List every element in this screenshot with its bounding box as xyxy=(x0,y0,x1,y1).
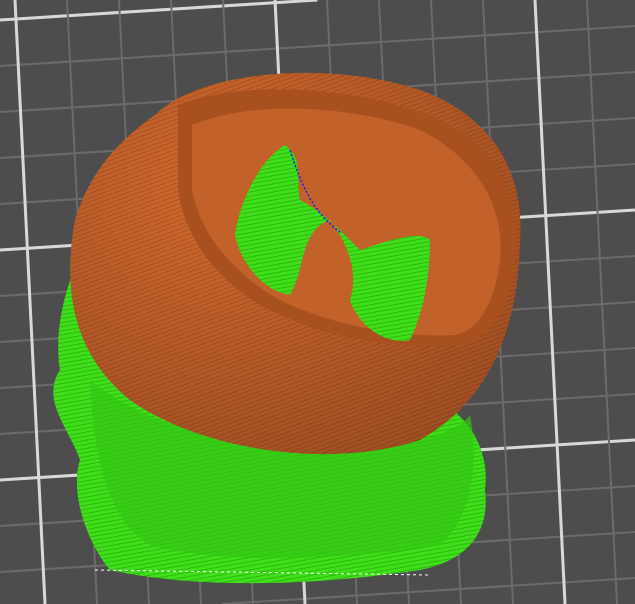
grid-line-vertical xyxy=(533,0,567,604)
grid-line-horizontal xyxy=(0,0,318,22)
preview-canvas[interactable] xyxy=(0,0,635,604)
3d-preview-viewport[interactable] xyxy=(0,0,635,604)
grid-line-vertical xyxy=(13,0,47,604)
grid-line-horizontal xyxy=(0,25,635,67)
grid-line-vertical xyxy=(586,0,618,604)
